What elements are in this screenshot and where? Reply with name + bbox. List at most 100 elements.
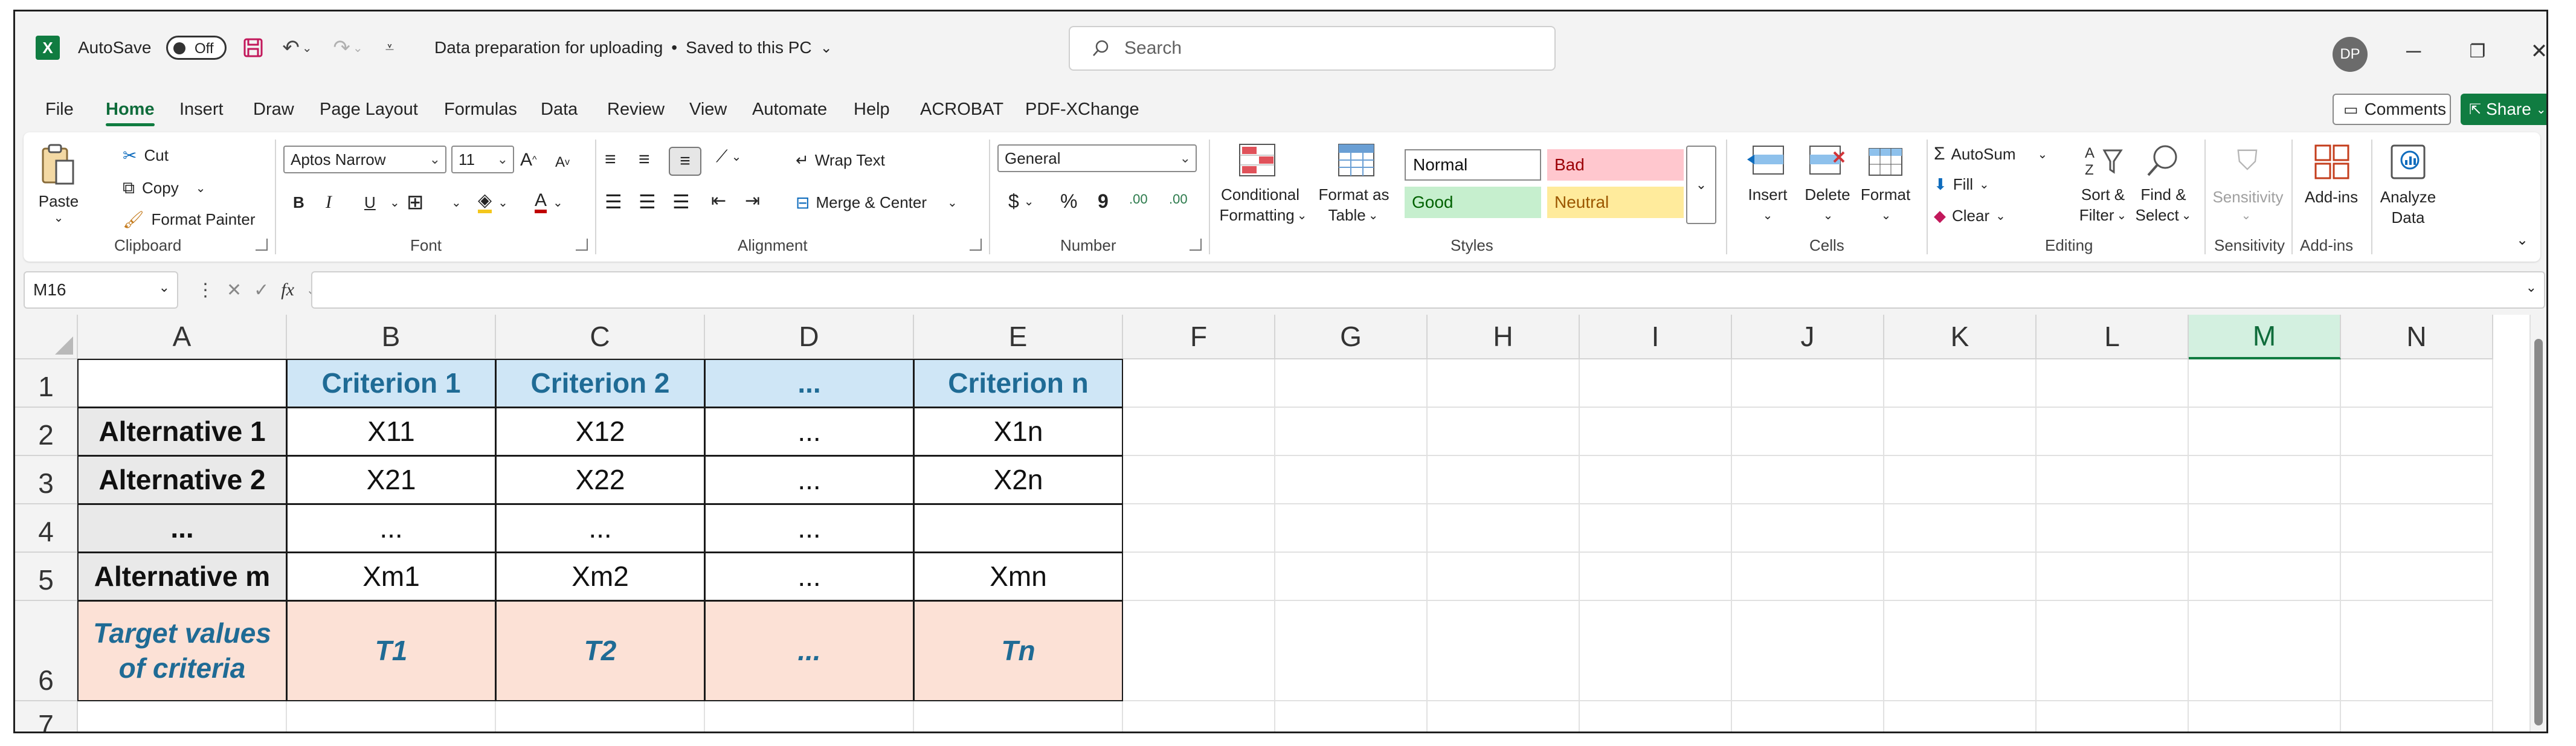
cell-n4[interactable] (2341, 504, 2493, 553)
cell-j7[interactable] (1732, 701, 1884, 732)
tab-view[interactable]: View (689, 96, 727, 123)
borders-icon[interactable]: ⊞ (407, 189, 424, 216)
cell-e6[interactable]: Tn (913, 600, 1123, 701)
cell-f2[interactable] (1123, 408, 1275, 456)
cell-n7[interactable] (2341, 701, 2493, 732)
row-header-4[interactable]: 4 (15, 504, 78, 553)
customize-quick-access-icon[interactable]: ⩡ (378, 34, 402, 61)
delete-dropdown-icon[interactable]: ⌄ (1819, 206, 1837, 224)
cell-e2[interactable]: X1n (913, 407, 1123, 456)
align-center-icon[interactable]: ☰ (639, 190, 656, 213)
cell-b6[interactable]: T1 (286, 600, 496, 701)
number-format-combo[interactable]: General ⌄ (997, 144, 1197, 172)
find-select-label-2[interactable]: Select ⌄ (2132, 205, 2195, 225)
column-header-b[interactable]: B (287, 315, 496, 359)
cell-h7[interactable] (1428, 701, 1580, 732)
fill-color-button[interactable]: ◈ ⌄ (478, 189, 508, 216)
underline-button[interactable]: U (364, 189, 376, 216)
tab-page-layout[interactable]: Page Layout (320, 96, 418, 123)
tab-automate[interactable]: Automate (752, 96, 827, 123)
cell-l2[interactable] (2037, 408, 2189, 456)
share-button[interactable]: ⇱ Share ⌄ (2461, 94, 2546, 125)
column-header-a[interactable]: A (78, 315, 287, 359)
cell-n5[interactable] (2341, 553, 2493, 601)
cell-e3[interactable]: X2n (913, 455, 1123, 504)
format-as-table-label-1[interactable]: Format as (1314, 184, 1394, 205)
cell-c5[interactable]: Xm2 (495, 552, 705, 601)
cell-k2[interactable] (1884, 408, 2037, 456)
bold-button[interactable]: B (293, 189, 304, 216)
cell-c2[interactable]: X12 (495, 407, 705, 456)
cell-l4[interactable] (2037, 504, 2189, 553)
sort-filter-label-2[interactable]: Filter ⌄ (2073, 205, 2133, 225)
user-avatar[interactable]: DP (2333, 37, 2368, 72)
comma-style-button[interactable]: 9 (1098, 190, 1109, 213)
cell-a3[interactable]: Alternative 2 (77, 455, 287, 504)
column-header-h[interactable]: H (1428, 315, 1580, 359)
align-middle-icon[interactable]: ≡ (639, 148, 650, 170)
cell-f6[interactable] (1123, 601, 1275, 701)
cell-l1[interactable] (2037, 359, 2189, 408)
cell-i7[interactable] (1580, 701, 1732, 732)
add-ins-button-label[interactable]: Add-ins (2297, 187, 2365, 207)
font-name-combo[interactable]: Aptos Narrow ⌄ (283, 146, 446, 173)
cell-d6[interactable]: ... (704, 600, 914, 701)
number-launcher-icon[interactable] (1190, 239, 1202, 251)
wrap-text-button[interactable]: ↵ Wrap Text (796, 147, 885, 173)
cell-h5[interactable] (1428, 553, 1580, 601)
cell-j2[interactable] (1732, 408, 1884, 456)
cell-a5[interactable]: Alternative m (77, 552, 287, 601)
cell-j1[interactable] (1732, 359, 1884, 408)
insert-label[interactable]: Insert (1739, 184, 1796, 205)
cell-a2[interactable]: Alternative 1 (77, 407, 287, 456)
name-box[interactable]: M16 ⌄ (24, 271, 178, 309)
close-icon[interactable]: ✕ (2521, 33, 2546, 69)
align-bottom-icon[interactable]: ≡ (669, 147, 701, 176)
cell-i2[interactable] (1580, 408, 1732, 456)
tab-acrobat[interactable]: ACROBAT (920, 96, 1003, 123)
conditional-formatting-label-2[interactable]: Formatting ⌄ (1217, 205, 1309, 225)
cell-c3[interactable]: X22 (495, 455, 705, 504)
clear-button[interactable]: ◆ Clear ⌄ (1934, 204, 2006, 228)
analyze-data-icon[interactable] (2387, 142, 2429, 182)
cell-g5[interactable] (1275, 553, 1428, 601)
cell-g7[interactable] (1275, 701, 1428, 732)
cut-button[interactable]: ✂ Cut (123, 143, 169, 167)
format-cells-icon[interactable] (1863, 142, 1908, 179)
align-right-icon[interactable]: ☰ (672, 190, 690, 213)
cell-k5[interactable] (1884, 553, 2037, 601)
font-color-button[interactable]: A ⌄ (535, 189, 563, 216)
cell-l6[interactable] (2037, 601, 2189, 701)
search-box[interactable]: Search (1069, 26, 1556, 71)
scrollbar-thumb[interactable] (2534, 339, 2543, 725)
cell-e4[interactable] (913, 504, 1123, 553)
cell-h3[interactable] (1428, 456, 1580, 504)
decrease-indent-icon[interactable]: ⇤ (711, 190, 726, 211)
underline-dropdown-icon[interactable]: ⌄ (390, 189, 400, 216)
cell-m6[interactable] (2189, 601, 2341, 701)
formula-input[interactable]: ⌄ (311, 271, 2545, 309)
orientation-button[interactable]: ⟋ ⌄ (716, 147, 741, 167)
conditional-formatting-icon[interactable] (1237, 141, 1279, 181)
cell-c7[interactable] (496, 701, 705, 732)
cell-i4[interactable] (1580, 504, 1732, 553)
cell-g4[interactable] (1275, 504, 1428, 553)
cell-c1[interactable]: Criterion 2 (495, 359, 705, 408)
cell-k3[interactable] (1884, 456, 2037, 504)
tab-file[interactable]: File (45, 96, 74, 123)
currency-button[interactable]: $ ⌄ (1008, 190, 1034, 213)
cell-m1[interactable] (2189, 359, 2341, 408)
cell-d5[interactable]: ... (704, 552, 914, 601)
cell-j6[interactable] (1732, 601, 1884, 701)
alignment-launcher-icon[interactable] (970, 239, 982, 251)
select-all-corner[interactable] (15, 315, 78, 359)
cell-f4[interactable] (1123, 504, 1275, 553)
cell-k7[interactable] (1884, 701, 2037, 732)
redo-icon[interactable]: ↷ ⌄ (327, 34, 369, 61)
merge-center-button[interactable]: ⊟ Merge & Center ⌄ (796, 189, 958, 216)
cell-h1[interactable] (1428, 359, 1580, 408)
cell-c4[interactable]: ... (495, 504, 705, 553)
cell-a7[interactable] (78, 701, 287, 732)
format-as-table-label-2[interactable]: Table ⌄ (1320, 205, 1386, 225)
fill-button[interactable]: ⬇ Fill ⌄ (1934, 172, 1989, 196)
